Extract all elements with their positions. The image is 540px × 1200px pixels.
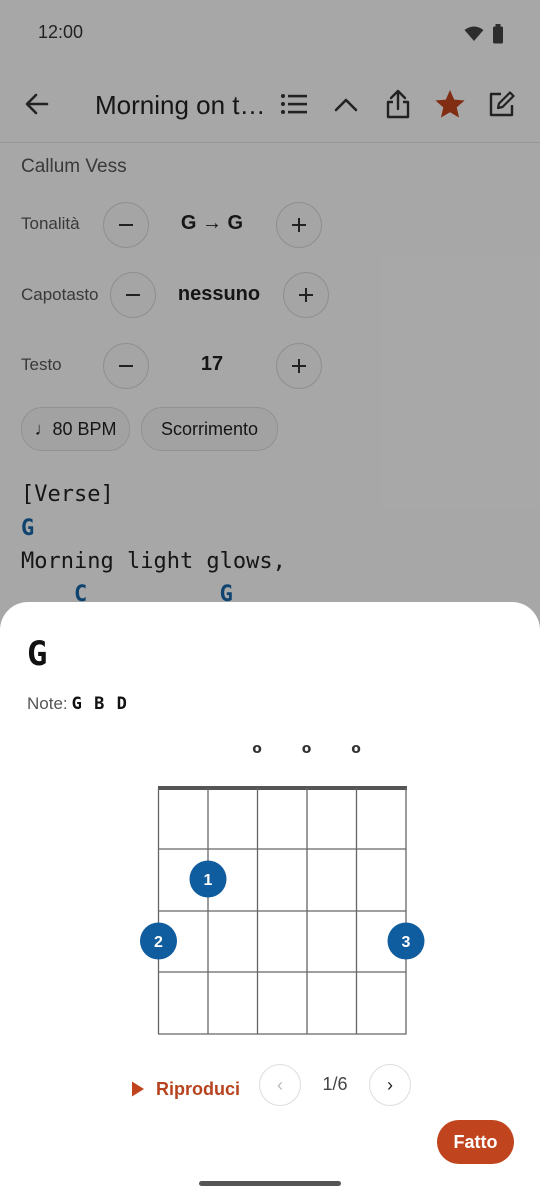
play-icon xyxy=(132,1081,144,1097)
prev-chord-button[interactable]: ‹ xyxy=(259,1064,301,1106)
done-button[interactable]: Fatto xyxy=(437,1120,514,1164)
fretboard-nut xyxy=(158,786,407,790)
open-string-marker: o xyxy=(302,741,312,757)
chord-diagram: o o o 1 2 3 xyxy=(140,741,425,1035)
chord-page-indicator: 1/6 xyxy=(322,1074,348,1094)
home-indicator[interactable] xyxy=(199,1181,341,1186)
chord-bottom-sheet: G Note: G B D o o o 1 2 3 Riproduci ‹ 1/… xyxy=(0,602,540,1200)
finger-number: 3 xyxy=(402,934,411,951)
open-string-marker: o xyxy=(351,741,361,757)
finger-number: 1 xyxy=(204,872,213,889)
play-label: Riproduci xyxy=(156,1078,240,1099)
fretboard-grid xyxy=(157,788,407,1035)
next-chord-button[interactable]: › xyxy=(369,1064,411,1106)
finger-number: 2 xyxy=(154,934,163,951)
open-string-marker: o xyxy=(252,741,262,757)
play-chord-button[interactable]: Riproduci xyxy=(130,1072,240,1106)
